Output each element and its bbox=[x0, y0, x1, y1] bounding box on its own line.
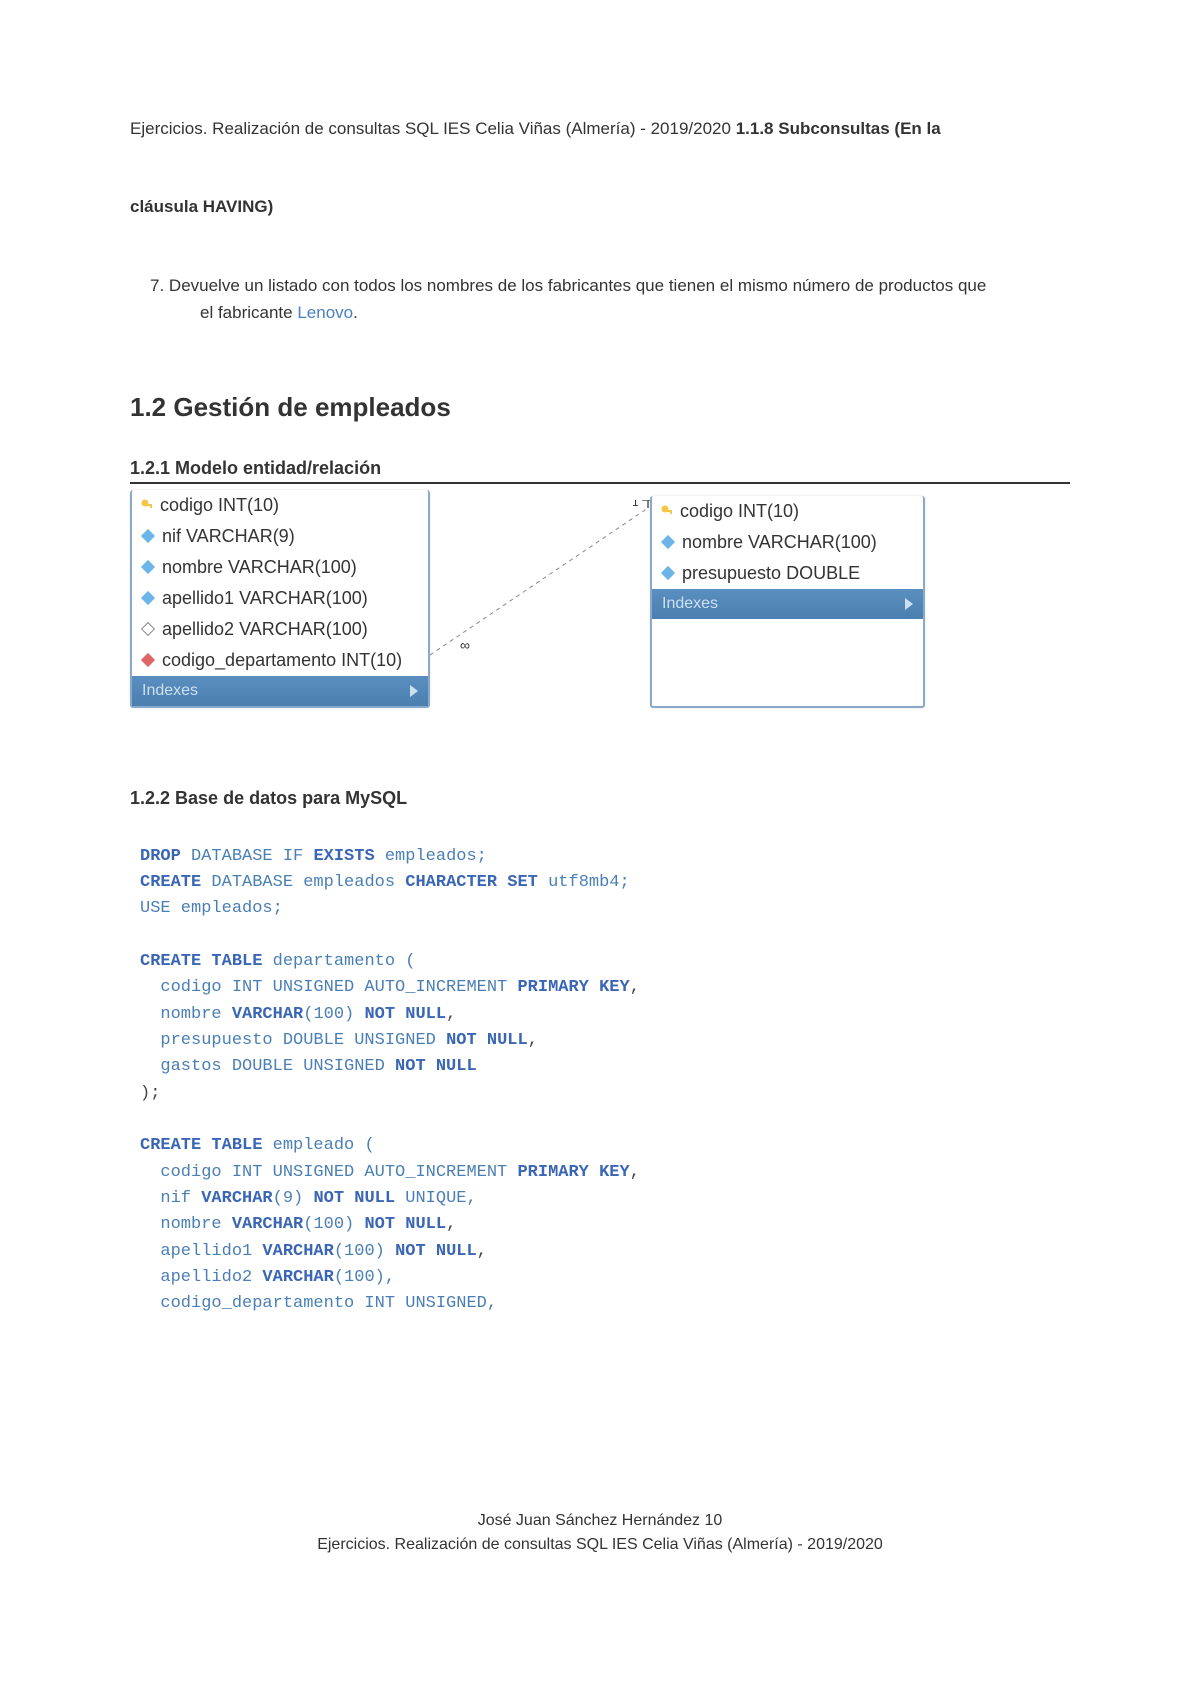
attr-apellido2: apellido2 VARCHAR(100) bbox=[132, 614, 428, 645]
clause-having-heading: cláusula HAVING) bbox=[130, 197, 1070, 217]
heading-1-2: 1.2 Gestión de empleados bbox=[130, 392, 1070, 423]
attr-presupuesto: presupuesto DOUBLE bbox=[652, 558, 923, 589]
section-number: 1.1.8 bbox=[736, 119, 779, 138]
page-footer: José Juan Sánchez Hernández 10 Ejercicio… bbox=[0, 1509, 1200, 1557]
er-connector-line: ∞ 1 bbox=[430, 500, 650, 660]
section-title-part1: Subconsultas (En la bbox=[778, 119, 940, 138]
diamond-hollow-icon bbox=[141, 622, 155, 636]
list-number: 7. bbox=[150, 276, 164, 295]
diamond-icon bbox=[141, 560, 155, 574]
key-icon bbox=[140, 498, 154, 512]
svg-text:∞: ∞ bbox=[460, 637, 470, 653]
lenovo-link[interactable]: Lenovo bbox=[297, 303, 353, 322]
diamond-icon bbox=[661, 535, 675, 549]
list-period: . bbox=[353, 303, 358, 322]
svg-text:1: 1 bbox=[632, 500, 639, 509]
heading-1-2-2: 1.2.2 Base de datos para MySQL bbox=[130, 788, 1070, 809]
footer-author: José Juan Sánchez Hernández 10 bbox=[0, 1509, 1200, 1533]
footer-course: Ejercicios. Realización de consultas SQL… bbox=[0, 1533, 1200, 1557]
expand-icon bbox=[410, 685, 418, 697]
sql-code-block: DROP DATABASE IF EXISTS empleados; CREAT… bbox=[130, 844, 1070, 1318]
indexes-footer-left: Indexes bbox=[132, 676, 428, 706]
fk-icon bbox=[141, 653, 155, 667]
key-icon bbox=[660, 504, 674, 518]
attr-codigo-dep: codigo INT(10) bbox=[652, 496, 923, 527]
attr-codigo: codigo INT(10) bbox=[132, 490, 428, 521]
list-text: Devuelve un listado con todos los nombre… bbox=[164, 276, 986, 295]
attr-codigo-departamento: codigo_departamento INT(10) bbox=[132, 645, 428, 676]
attr-nif: nif VARCHAR(9) bbox=[132, 521, 428, 552]
diamond-icon bbox=[141, 529, 155, 543]
header-prefix: Ejercicios. Realización de consultas SQL… bbox=[130, 119, 736, 138]
attr-nombre-dep: nombre VARCHAR(100) bbox=[652, 527, 923, 558]
heading-1-2-1: 1.2.1 Modelo entidad/relación bbox=[130, 458, 1070, 484]
diamond-icon bbox=[141, 591, 155, 605]
diamond-icon bbox=[661, 566, 675, 580]
attr-nombre: nombre VARCHAR(100) bbox=[132, 552, 428, 583]
page-header: Ejercicios. Realización de consultas SQL… bbox=[130, 115, 1070, 142]
indexes-footer-right: Indexes bbox=[652, 589, 923, 619]
entity-departamento: codigo INT(10) nombre VARCHAR(100) presu… bbox=[650, 496, 925, 708]
exercise-item-7: 7. Devuelve un listado con todos los nom… bbox=[150, 272, 1070, 326]
attr-apellido1: apellido1 VARCHAR(100) bbox=[132, 583, 428, 614]
er-diagram: ∞ 1 codigo INT(10) nif VARCHAR(9) nombre… bbox=[130, 490, 1070, 708]
expand-icon bbox=[905, 598, 913, 610]
exercise-list: 7. Devuelve un listado con todos los nom… bbox=[130, 272, 1070, 326]
entity-empleado: codigo INT(10) nif VARCHAR(9) nombre VAR… bbox=[130, 490, 430, 708]
list-cont: el fabricante bbox=[200, 303, 297, 322]
